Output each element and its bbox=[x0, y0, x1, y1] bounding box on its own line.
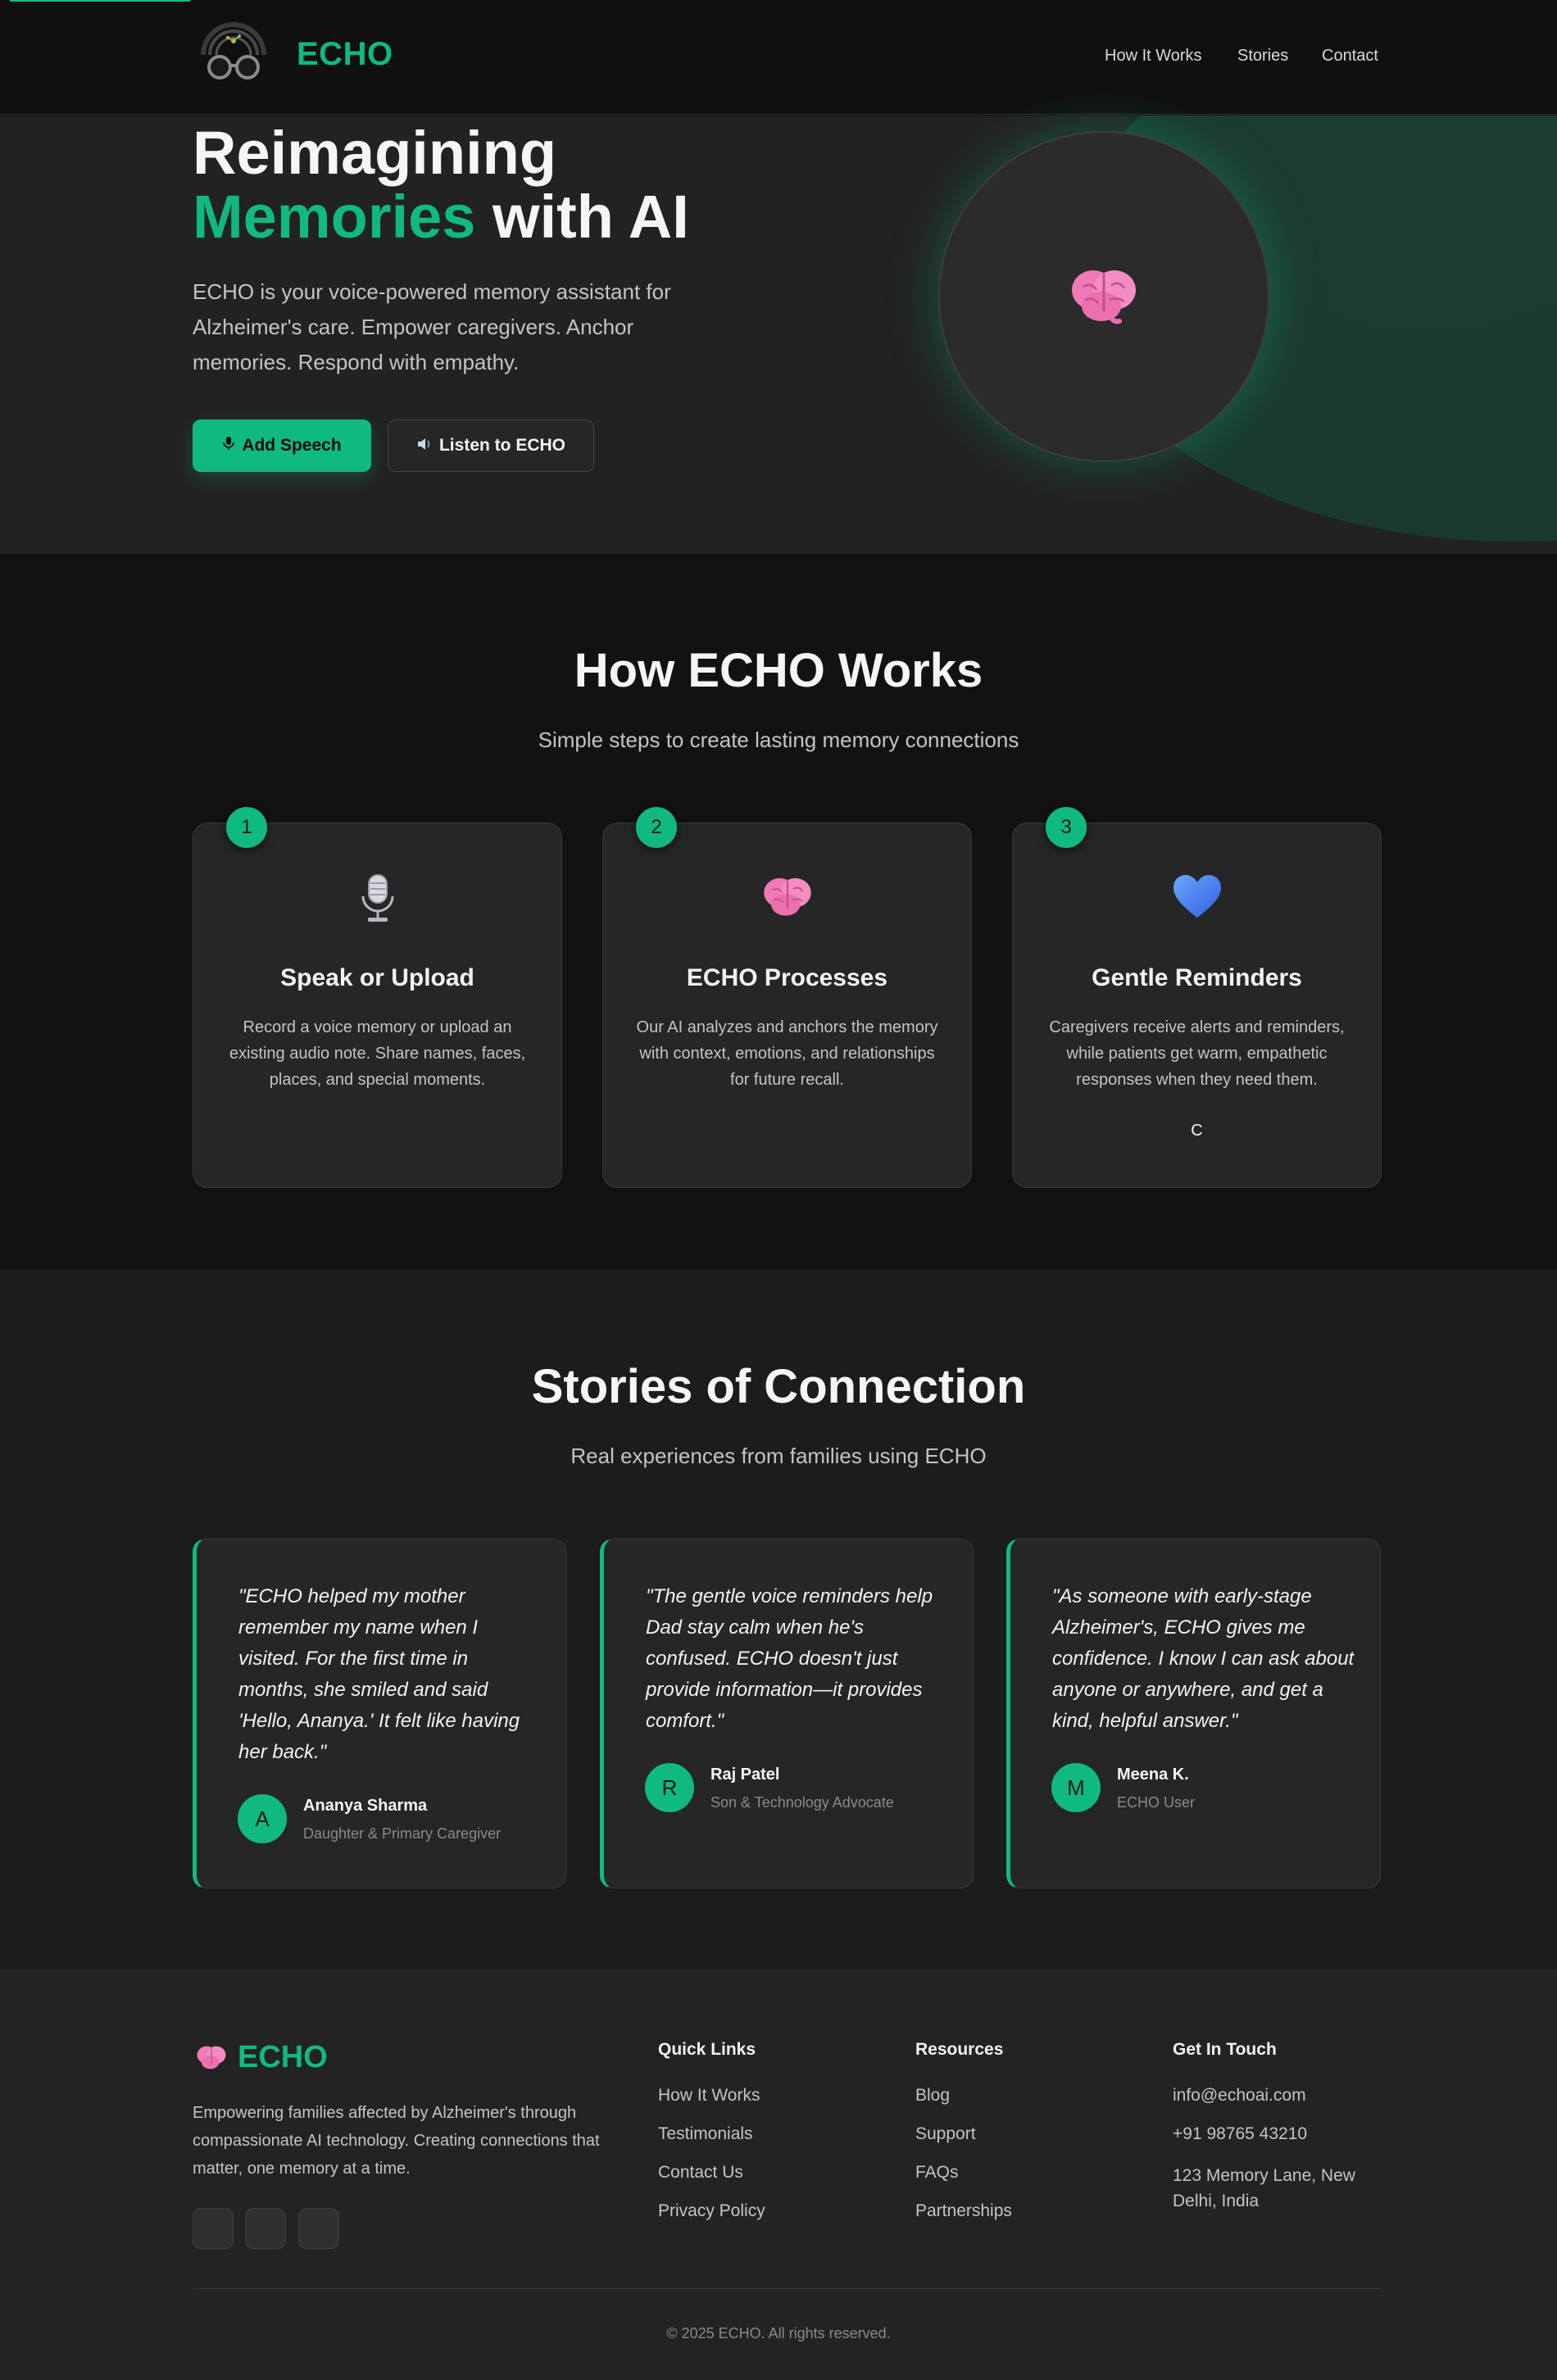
testimonial-quote: "ECHO helped my mother remember my name … bbox=[238, 1585, 520, 1763]
footer-contact-address: 123 Memory Lane, New Delhi, India bbox=[1173, 2166, 1355, 2210]
footer-column-title: Resources bbox=[915, 2040, 1004, 2059]
step-title-speak-or-upload: Speak or Upload bbox=[280, 964, 474, 991]
social-link-icon[interactable] bbox=[245, 2208, 286, 2249]
brand-name[interactable]: ECHO bbox=[297, 36, 393, 73]
brain-icon bbox=[602, 873, 972, 939]
testimonial-role: Son & Technology Advocate bbox=[710, 1794, 894, 1811]
testimonial-quote: "As someone with early-stage Alzheimer's… bbox=[1052, 1585, 1355, 1732]
social-link-icon[interactable] bbox=[193, 2208, 234, 2249]
top-accent-bar bbox=[10, 0, 190, 2]
avatar: M bbox=[1051, 1763, 1101, 1812]
microphone-icon bbox=[222, 436, 235, 456]
nav-link-contact[interactable]: Contact bbox=[1322, 47, 1378, 66]
testimonial-role: ECHO User bbox=[1117, 1794, 1196, 1811]
brain-icon bbox=[1069, 264, 1139, 330]
footer-link-contact-us[interactable]: Contact Us bbox=[658, 2163, 743, 2183]
hero-title: Reimagining Memories with AI bbox=[193, 121, 689, 249]
testimonial-author: Meena K. bbox=[1117, 1766, 1189, 1784]
hero-subtitle: ECHO is your voice-powered memory assist… bbox=[193, 279, 671, 374]
hero-title-accent: Memories bbox=[193, 183, 476, 251]
footer-link-faqs[interactable]: FAQs bbox=[915, 2163, 959, 2183]
hero-title-line1: Reimagining bbox=[193, 119, 557, 187]
footer-link-privacy-policy[interactable]: Privacy Policy bbox=[658, 2201, 765, 2221]
step-extra-text: C bbox=[1191, 1122, 1203, 1140]
echo-logo-icon[interactable] bbox=[197, 18, 270, 84]
testimonial-quote: "The gentle voice reminders help Dad sta… bbox=[646, 1585, 933, 1732]
footer-link-testimonials[interactable]: Testimonials bbox=[658, 2124, 753, 2144]
step-description: Our AI analyzes and anchors the memory w… bbox=[636, 1018, 938, 1089]
stories-section-title: Stories of Connection bbox=[531, 1360, 1026, 1413]
how-section-subtitle: Simple steps to create lasting memory co… bbox=[538, 728, 1019, 752]
how-section-title: How ECHO Works bbox=[574, 644, 983, 697]
footer-brand-name[interactable]: ECHO bbox=[238, 2040, 328, 2075]
footer-column-title: Quick Links bbox=[658, 2040, 756, 2059]
step-number-badge: 1 bbox=[226, 807, 267, 848]
copyright-text: © 2025 ECHO. All rights reserved. bbox=[666, 2325, 891, 2341]
step-title-echo-processes: ECHO Processes bbox=[686, 964, 888, 991]
step-description: Record a voice memory or upload an exist… bbox=[229, 1018, 526, 1089]
step-title-gentle-reminders: Gentle Reminders bbox=[1092, 964, 1302, 991]
add-speech-button[interactable]: Add Speech bbox=[193, 419, 371, 472]
step-number-badge: 2 bbox=[636, 807, 677, 848]
footer-link-partnerships[interactable]: Partnerships bbox=[915, 2201, 1012, 2221]
nav-link-stories[interactable]: Stories bbox=[1237, 47, 1288, 66]
footer-contact-phone[interactable]: +91 98765 43210 bbox=[1173, 2124, 1307, 2144]
speaker-icon bbox=[416, 436, 433, 456]
footer-divider bbox=[193, 2288, 1381, 2289]
testimonial-author: Raj Patel bbox=[710, 1766, 780, 1784]
footer-description: Empowering families affected by Alzheime… bbox=[193, 2104, 600, 2178]
social-link-icon[interactable] bbox=[298, 2208, 339, 2249]
footer-link-how-it-works[interactable]: How It Works bbox=[658, 2086, 760, 2106]
avatar: A bbox=[238, 1794, 287, 1843]
listen-to-echo-label: Listen to ECHO bbox=[438, 436, 565, 455]
listen-to-echo-button[interactable]: Listen to ECHO bbox=[388, 419, 594, 472]
avatar: R bbox=[645, 1763, 694, 1812]
add-speech-label: Add Speech bbox=[242, 436, 342, 455]
microphone-icon bbox=[193, 873, 562, 939]
heart-icon bbox=[1012, 873, 1382, 939]
footer-contact-email[interactable]: info@echoai.com bbox=[1173, 2086, 1306, 2106]
footer-link-support[interactable]: Support bbox=[915, 2124, 976, 2144]
stories-section-subtitle: Real experiences from families using ECH… bbox=[570, 1444, 987, 1468]
footer-column-title: Get In Touch bbox=[1173, 2040, 1277, 2059]
testimonial-role: Daughter & Primary Caregiver bbox=[303, 1825, 502, 1842]
hero-title-rest: with AI bbox=[493, 183, 689, 251]
footer-link-blog[interactable]: Blog bbox=[915, 2086, 950, 2106]
step-description: Caregivers receive alerts and reminders,… bbox=[1049, 1018, 1345, 1089]
nav-link-how-it-works[interactable]: How It Works bbox=[1105, 47, 1202, 66]
step-number-badge: 3 bbox=[1046, 807, 1087, 848]
brain-icon bbox=[195, 2043, 228, 2075]
hero-brain-circle bbox=[938, 131, 1269, 462]
testimonial-author: Ananya Sharma bbox=[303, 1797, 428, 1815]
